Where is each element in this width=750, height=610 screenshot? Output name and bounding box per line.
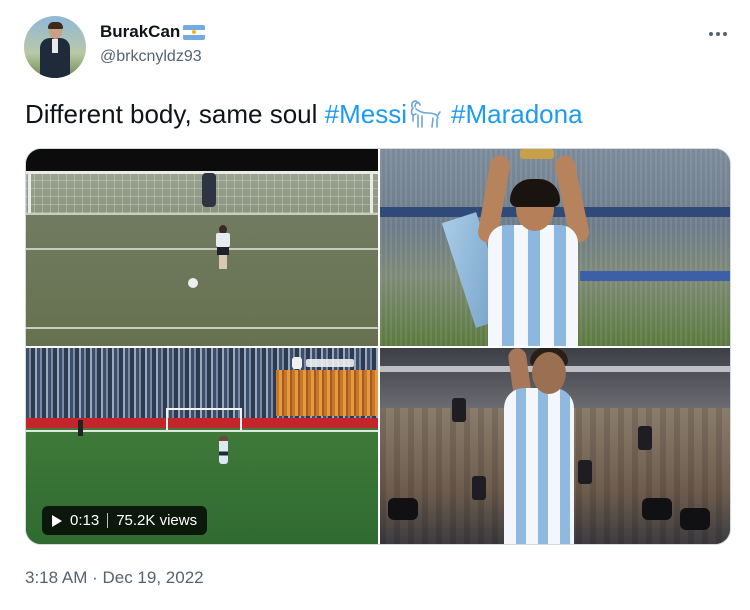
goat-icon [410,100,441,128]
user-display-name[interactable]: BurakCan [100,22,206,42]
trophy [520,149,554,159]
user-handle[interactable]: @brkcnyldz93 [100,48,202,66]
video-duration: 0:13 [70,512,100,529]
media-video-messi-penalty[interactable]: 0:13 75.2K views [26,348,378,544]
hashtag-messi[interactable]: #Messi [325,97,407,131]
hashtag-maradona[interactable]: #Maradona [451,97,583,131]
broadcaster-logo [292,356,372,370]
media-grid: 0:13 75.2K views [25,148,731,545]
penalty-taker [219,436,228,464]
more-options-icon[interactable] [706,22,730,46]
user-name-text: BurakCan [100,22,181,41]
video-views: 75.2K views [116,512,198,529]
goalkeeper [202,173,216,207]
media-image-maradona-penalty[interactable] [26,149,378,346]
play-icon[interactable] [52,514,62,527]
tweet[interactable]: BurakCan @brkcnyldz93 Different body, sa… [0,0,750,610]
tweet-body-text: Different body, same soul [25,99,318,129]
video-badge[interactable]: 0:13 75.2K views [42,506,208,535]
media-image-messi-celebration[interactable] [380,348,730,544]
tweet-timestamp[interactable]: 3:18 AM · Dec 19, 2022 [25,568,204,588]
tweet-text: Different body, same soul #Messi #Marado… [25,97,583,131]
avatar[interactable] [24,16,86,78]
media-image-maradona-trophy[interactable] [380,149,730,346]
argentina-flag-icon [183,24,206,40]
avatar-shirt [52,39,58,53]
avatar-hair [48,22,63,29]
penalty-taker [216,225,230,269]
ball [188,278,198,288]
